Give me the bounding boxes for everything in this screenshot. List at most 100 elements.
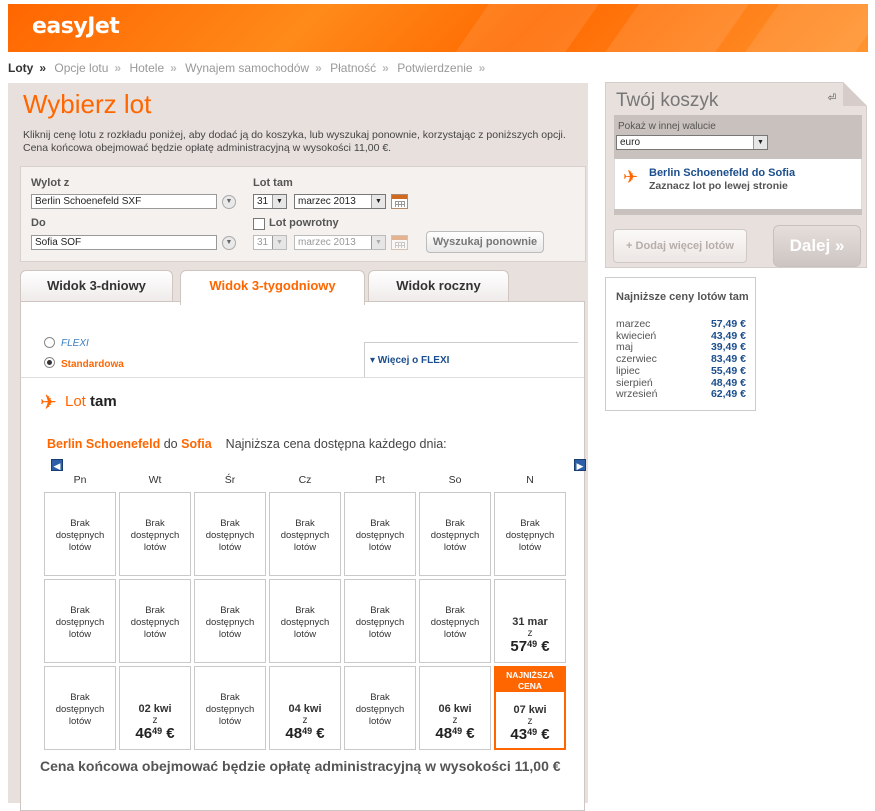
day-price[interactable]: 4849 € [420, 725, 490, 742]
price-cents: 49 [152, 726, 163, 736]
no-flights-cell: Brak dostępnych lotów [119, 492, 191, 576]
month-lowest-price[interactable]: 55,49 € [711, 365, 746, 377]
add-more-flights-button[interactable]: + Dodaj więcej lotów [613, 229, 747, 263]
lowest-price-row[interactable]: sierpień 48,49 € [616, 377, 746, 389]
no-flights-cell: Brak dostępnych lotów [194, 579, 266, 663]
from-dropdown-icon[interactable]: ▼ [222, 195, 236, 209]
no-flights-line: Brak [220, 692, 240, 703]
no-flights-line: dostępnych [205, 617, 255, 628]
lowest-price-row[interactable]: czerwiec 83,49 € [616, 353, 746, 365]
tab-3-week-view[interactable]: Widok 3-tygodniowy [180, 270, 365, 305]
chevron-down-icon: ▼ [272, 195, 286, 208]
day-price[interactable]: 4849 € [270, 725, 340, 742]
calendar-icon[interactable] [391, 194, 408, 209]
return-checkbox[interactable] [253, 218, 265, 230]
no-flights-cell: Brak dostępnych lotów [344, 666, 416, 750]
no-flights-cell: Brak dostępnych lotów [419, 492, 491, 576]
more-about-flexi-link[interactable]: ▾ Więcej o FLEXI [370, 355, 449, 366]
price-currency: € [316, 725, 325, 742]
no-flights-line: Brak [70, 605, 90, 616]
chevron-down-icon: ▼ [371, 236, 385, 249]
no-flights-line: dostępnych [55, 530, 105, 541]
previous-weeks-arrow-icon[interactable]: ◀ [51, 459, 63, 471]
no-flights-text: Brak dostępnych lotów [495, 518, 565, 554]
no-flights-line: Brak [145, 518, 165, 529]
outbound-month-select[interactable]: marzec 2013 ▼ [294, 194, 386, 209]
lowest-price-row[interactable]: marzec 57,49 € [616, 318, 746, 330]
no-flights-line: Brak [370, 518, 390, 529]
tab-3-day-view[interactable]: Widok 3-dniowy [20, 270, 173, 302]
no-flights-line: lotów [68, 716, 92, 727]
no-flights-text: Brak dostępnych lotów [120, 605, 190, 641]
breadcrumb: Loty » Opcje lotu » Hotele » Wynajem samoch… [8, 61, 490, 75]
next-button[interactable]: Dalej » [773, 225, 861, 267]
from-input[interactable]: Berlin Schoenefeld SXF [31, 194, 217, 209]
month-name: maj [616, 341, 633, 354]
price-euros: 57 [510, 638, 528, 655]
from-label: Wylot z [31, 177, 70, 189]
no-flights-text: Brak dostępnych lotów [45, 605, 115, 641]
lowest-prices-box: Najniższe ceny lotów tam marzec 57,49 € kw… [605, 277, 756, 411]
month-lowest-price[interactable]: 39,49 € [711, 341, 746, 353]
to-dropdown-icon[interactable]: ▼ [222, 236, 236, 250]
month-name: lipiec [616, 364, 640, 377]
no-flights-cell: Brak dostępnych lotów [119, 579, 191, 663]
pin-icon[interactable]: ⏎ [828, 93, 836, 104]
month-lowest-price[interactable]: 62,49 € [711, 388, 746, 400]
fare-flexi-label[interactable]: FLEXI [61, 338, 89, 349]
month-lowest-price[interactable]: 83,49 € [711, 353, 746, 365]
lowest-price-row[interactable]: lipiec 55,49 € [616, 365, 746, 377]
lowest-price-row[interactable]: wrzesień 62,49 € [616, 388, 746, 400]
route-destination: Sofia [181, 437, 212, 451]
day-price[interactable]: 5749 € [495, 638, 565, 655]
lowest-price-row[interactable]: maj 39,49 € [616, 341, 746, 353]
day-price[interactable]: 4349 € [496, 726, 564, 743]
price-currency: € [541, 726, 550, 743]
return-month-select[interactable]: marzec 2013 ▼ [294, 235, 386, 250]
outbound-day-select[interactable]: 31 ▼ [253, 194, 287, 209]
no-flights-line: lotów [518, 542, 542, 553]
month-lowest-price[interactable]: 57,49 € [711, 318, 746, 330]
price-day-cell[interactable]: 04 kwi z 4849 € [269, 666, 341, 750]
no-flights-line: lotów [218, 716, 242, 727]
price-day-cell[interactable]: 06 kwi z 4849 € [419, 666, 491, 750]
currency-label: Pokaż w innej walucie [618, 121, 716, 132]
price-cents: 49 [452, 726, 463, 736]
price-cents: 49 [527, 639, 538, 649]
search-again-button[interactable]: Wyszukaj ponownie [426, 231, 544, 253]
fare-standard-label[interactable]: Standardowa [61, 359, 124, 370]
no-flights-cell: Brak dostępnych lotów [44, 666, 116, 750]
month-lowest-price[interactable]: 43,49 € [711, 330, 746, 342]
no-flights-line: Brak [445, 605, 465, 616]
easyjet-logo[interactable]: easyJet [32, 14, 120, 39]
no-flights-text: Brak dostępnych lotów [45, 692, 115, 728]
to-input[interactable]: Sofia SOF [31, 235, 217, 250]
price-currency: € [466, 725, 475, 742]
price-day-cell[interactable]: 02 kwi z 4649 € [119, 666, 191, 750]
route-origin: Berlin Schoenefeld [47, 437, 161, 451]
lowest-price-row[interactable]: kwiecień 43,49 € [616, 330, 746, 342]
no-flights-line: dostępnych [355, 617, 405, 628]
calendar-icon[interactable] [391, 235, 408, 250]
no-flights-text: Brak dostępnych lotów [270, 518, 340, 554]
fare-standard-radio[interactable] [44, 357, 55, 368]
outbound-month-value: marzec 2013 [298, 196, 356, 207]
no-flights-line: dostępnych [130, 530, 180, 541]
breadcrumb-step-payment: Płatność [330, 61, 377, 75]
next-weeks-arrow-icon[interactable]: ▶ [574, 459, 586, 471]
fare-flexi-radio[interactable] [44, 337, 55, 348]
month-lowest-price[interactable]: 48,49 € [711, 377, 746, 389]
day-price[interactable]: 4649 € [120, 725, 190, 742]
no-flights-line: dostępnych [55, 704, 105, 715]
tab-year-view[interactable]: Widok roczny [368, 270, 509, 302]
currency-select[interactable]: euro ▼ [616, 135, 768, 150]
no-flights-line: Brak [70, 692, 90, 703]
return-day-select[interactable]: 31 ▼ [253, 235, 287, 250]
price-day-cell[interactable]: 31 mar z 5749 € [494, 579, 566, 663]
chevron-down-icon: ▼ [272, 236, 286, 249]
no-flights-text: Brak dostępnych lotów [345, 518, 415, 554]
chevron-down-icon: ▼ [753, 136, 767, 149]
no-flights-line: dostępnych [355, 704, 405, 715]
lowest-price-day-cell[interactable]: NAJNIŻSZA CENA 07 kwi z 4349 € [494, 666, 566, 750]
day-date: 04 kwi [288, 703, 322, 715]
